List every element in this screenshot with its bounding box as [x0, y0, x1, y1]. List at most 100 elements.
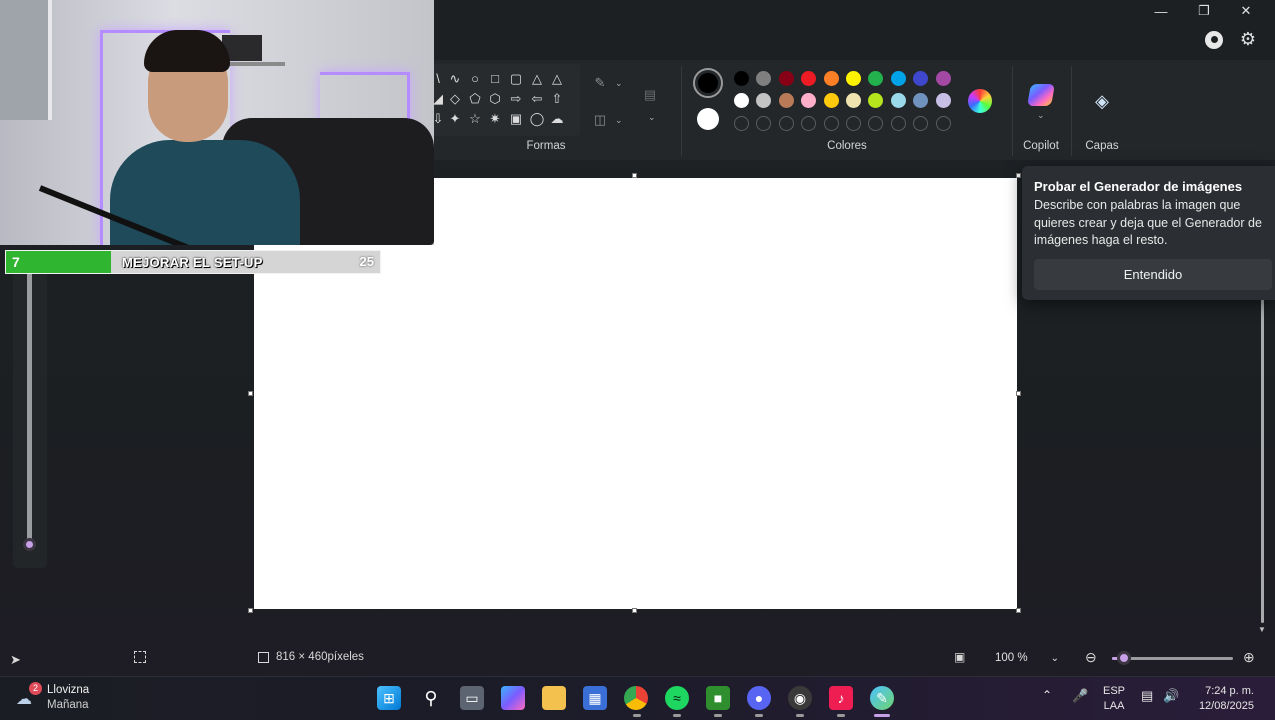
fit-to-window-icon[interactable]: ▣	[954, 650, 970, 664]
stream-goal-bar: 7 MEJORAR EL SET-UP 25	[5, 250, 381, 274]
primary-color-selector[interactable]	[693, 68, 723, 98]
fill-chevron-down-icon[interactable]: ⌄	[615, 115, 623, 126]
five-point-star-shape-icon[interactable]: ☆	[467, 111, 483, 127]
curve-shape-icon[interactable]: ∿	[447, 71, 463, 87]
shape-style-chevron-down-icon[interactable]: ⌄	[648, 112, 656, 123]
weather-subtitle[interactable]: Mañana	[47, 699, 89, 711]
custom-color-slot[interactable]	[935, 116, 951, 131]
selection-size-icon	[134, 651, 146, 663]
layers-icon[interactable]: ◈	[1091, 90, 1113, 112]
tiktok-icon[interactable]: ♪	[829, 686, 853, 710]
close-button[interactable]: ✕	[1225, 0, 1267, 22]
palette-color-swatch[interactable]	[778, 71, 794, 86]
custom-color-slot[interactable]	[846, 116, 861, 131]
palette-color-swatch[interactable]	[823, 71, 839, 86]
brush-size-track[interactable]	[27, 272, 32, 544]
right-arrow-shape-icon[interactable]: ⇨	[508, 91, 524, 107]
six-point-star-shape-icon[interactable]: ✷	[487, 111, 503, 127]
goal-target: 25	[359, 254, 374, 269]
search-icon[interactable]: ⚲	[419, 686, 443, 710]
brush-size-thumb[interactable]	[23, 538, 36, 551]
task-view-icon[interactable]: ▭	[460, 686, 484, 710]
triangle-shape-icon[interactable]: △	[549, 71, 565, 87]
scroll-down-arrow-icon[interactable]: ▼	[1258, 625, 1266, 634]
custom-color-slot[interactable]	[890, 116, 906, 131]
show-hidden-icons-chevron-up-icon[interactable]: ⌃	[1042, 688, 1052, 702]
zoom-in-icon[interactable]: ⊕	[1243, 649, 1255, 666]
oval-callout-shape-icon[interactable]: ◯	[529, 111, 545, 127]
microsoft-store-icon[interactable]: ▦	[583, 686, 607, 710]
resize-handle-bottom-right[interactable]	[1016, 608, 1021, 613]
start-windows-icon[interactable]: ⊞	[377, 686, 401, 710]
cloud-callout-shape-icon[interactable]: ☁	[549, 111, 565, 127]
vertical-scrollbar[interactable]	[1261, 295, 1264, 623]
obs-icon[interactable]: ◉	[788, 686, 812, 710]
oval-shape-icon[interactable]: ○	[467, 71, 483, 87]
chrome-icon[interactable]	[624, 686, 648, 710]
paint-icon[interactable]: ✎	[870, 686, 894, 710]
palette-color-swatch[interactable]	[823, 93, 839, 108]
resize-handle-right[interactable]	[1016, 391, 1021, 396]
palette-color-swatch[interactable]	[935, 93, 951, 108]
minimize-button[interactable]: —	[1140, 0, 1182, 22]
up-arrow-shape-icon[interactable]: ⇧	[549, 91, 565, 107]
volume-icon[interactable]: 🔊	[1163, 688, 1179, 704]
custom-color-slot[interactable]	[823, 116, 839, 131]
zoom-slider-thumb[interactable]	[1117, 651, 1132, 665]
network-icon[interactable]: ▤	[1141, 688, 1153, 704]
outline-chevron-down-icon[interactable]: ⌄	[615, 78, 623, 89]
palette-color-swatch[interactable]	[778, 93, 794, 108]
resize-handle-top-right[interactable]	[1016, 173, 1021, 178]
copilot-chevron-down-icon[interactable]: ⌄	[1037, 110, 1045, 121]
primary-color-swatch	[698, 73, 718, 93]
canvas-size-icon	[258, 652, 269, 663]
file-explorer-icon[interactable]	[542, 686, 566, 710]
settings-gear-icon[interactable]: ⚙	[1238, 29, 1258, 49]
custom-color-slot[interactable]	[734, 116, 749, 131]
palette-color-swatch[interactable]	[734, 71, 749, 86]
spotify-icon[interactable]: ≈	[665, 686, 689, 710]
copilot-icon[interactable]	[1027, 84, 1055, 106]
discord-icon[interactable]: ●	[747, 686, 771, 710]
tiktok-running-indicator	[837, 714, 845, 717]
minecraft-icon[interactable]: ■	[706, 686, 730, 710]
pentagon-shape-icon[interactable]: ⬠	[467, 91, 483, 107]
diamond-shape-icon[interactable]: ◇	[447, 91, 463, 107]
microphone-icon[interactable]: 🎤	[1072, 688, 1088, 704]
zoom-dropdown[interactable]: 100 % ⌄	[987, 646, 1067, 670]
rect-callout-shape-icon[interactable]: ▣	[508, 111, 524, 127]
hexagon-shape-icon[interactable]: ⬡	[487, 91, 503, 107]
left-arrow-shape-icon[interactable]: ⇦	[529, 91, 545, 107]
got-it-button[interactable]: Entendido	[1034, 259, 1272, 290]
fill-icon[interactable]: ◫	[592, 112, 608, 128]
four-point-star-shape-icon[interactable]: ✦	[447, 111, 463, 127]
secondary-color-selector[interactable]	[697, 108, 719, 130]
palette-color-swatch[interactable]	[846, 71, 861, 86]
custom-color-slot[interactable]	[778, 116, 794, 131]
system-clock[interactable]: 7:24 p. m. 12/08/2025	[1190, 684, 1254, 714]
resize-handle-left[interactable]	[248, 391, 253, 396]
goal-label: MEJORAR EL SET-UP	[122, 255, 263, 270]
copilot-taskbar-icon[interactable]	[501, 686, 525, 710]
shape-style-icon[interactable]: ▤	[642, 87, 658, 103]
resize-handle-bottom-left[interactable]	[248, 608, 253, 613]
obs-running-indicator	[796, 714, 804, 717]
polygon-shape-icon[interactable]: △	[529, 71, 545, 87]
palette-color-swatch[interactable]	[734, 93, 749, 108]
palette-color-swatch[interactable]	[935, 71, 951, 86]
input-language[interactable]: ESP LAA	[1103, 684, 1125, 714]
zoom-out-icon[interactable]: ⊖	[1085, 649, 1097, 666]
resize-handle-top[interactable]	[632, 173, 637, 178]
weather-title[interactable]: Llovizna	[47, 684, 89, 696]
resize-handle-bottom[interactable]	[632, 608, 637, 613]
palette-color-swatch[interactable]	[890, 93, 906, 108]
maximize-button[interactable]: ❐	[1183, 0, 1225, 22]
account-icon[interactable]	[1205, 31, 1223, 49]
edit-colors-wheel-icon[interactable]	[968, 89, 992, 113]
rounded-rectangle-shape-icon[interactable]: ▢	[508, 71, 524, 87]
palette-color-swatch[interactable]	[890, 71, 906, 86]
palette-color-swatch[interactable]	[846, 93, 861, 108]
rectangle-shape-icon[interactable]: □	[487, 71, 503, 87]
outline-icon[interactable]: ✎	[592, 75, 608, 91]
goal-current: 7	[12, 254, 20, 270]
